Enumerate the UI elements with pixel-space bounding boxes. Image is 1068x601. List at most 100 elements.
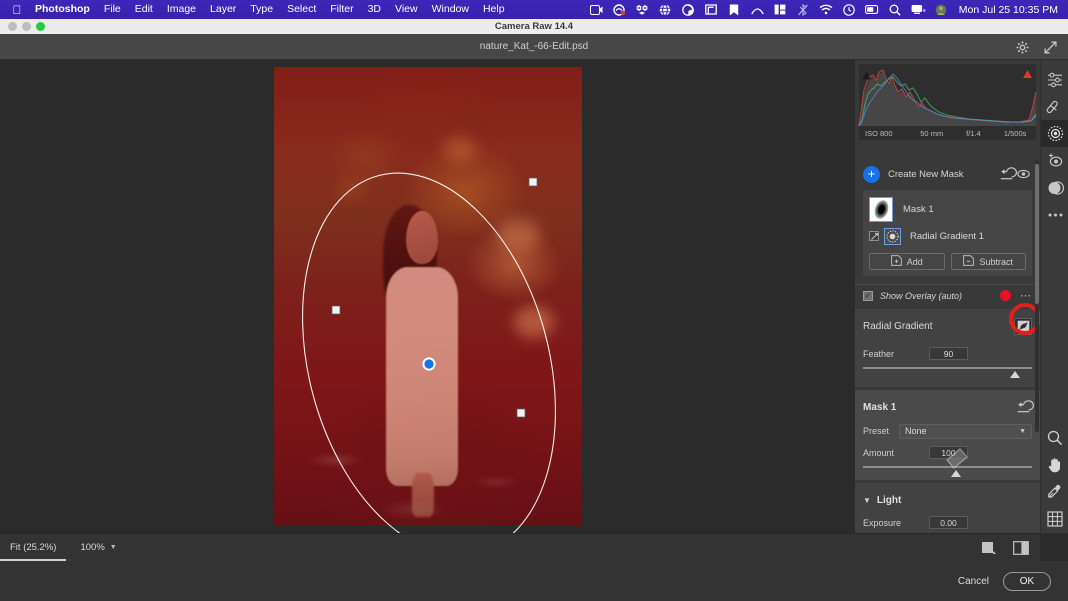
- menu-item-photoshop[interactable]: Photoshop: [28, 0, 97, 19]
- screen-record-icon[interactable]: [585, 0, 608, 19]
- amount-slider-row[interactable]: Amount 100: [863, 445, 1032, 460]
- grid-overlay-icon[interactable]: [1041, 505, 1068, 532]
- before-after-view-icon[interactable]: [1008, 538, 1034, 558]
- globe-icon[interactable]: [654, 0, 677, 19]
- overlay-color-swatch[interactable]: [1000, 290, 1011, 301]
- bookmark-icon[interactable]: [723, 0, 746, 19]
- presets-icon[interactable]: [1041, 174, 1068, 201]
- chevron-down-icon: ▼: [1019, 427, 1026, 435]
- reset-icon[interactable]: [1015, 399, 1034, 415]
- amount-track[interactable]: [863, 448, 1032, 477]
- feather-track-line: [863, 367, 1032, 369]
- mask-list-item[interactable]: Mask 1: [869, 196, 1026, 223]
- light-section: ▼ Light Exposure 0.00 Contrast 0: [855, 483, 1040, 533]
- subtract-label: Subtract: [979, 256, 1014, 267]
- mask-settings-title: Mask 1: [863, 401, 897, 413]
- zoom-fit-button[interactable]: Fit (25.2%): [0, 534, 67, 561]
- cleanmymac-icon[interactable]: [677, 0, 700, 19]
- eye-icon[interactable]: [1015, 166, 1032, 182]
- menu-item-window[interactable]: Window: [425, 0, 476, 19]
- menubar-clock[interactable]: Mon Jul 25 10:35 PM: [953, 4, 1062, 16]
- exposure-value[interactable]: 0.00: [929, 516, 968, 529]
- add-button[interactable]: Add: [869, 253, 945, 270]
- hand-tool-icon[interactable]: [1041, 451, 1068, 478]
- create-new-mask-row[interactable]: + Create New Mask: [863, 163, 1032, 185]
- panel-scrollbar-thumb[interactable]: [1035, 164, 1039, 304]
- shadow-clip-icon[interactable]: [862, 67, 871, 80]
- user-avatar-icon[interactable]: [930, 0, 953, 19]
- apple-icon[interactable]: : [6, 4, 28, 16]
- ok-button[interactable]: OK: [1003, 571, 1051, 591]
- menu-item-type[interactable]: Type: [243, 0, 280, 19]
- menu-item-file[interactable]: File: [97, 0, 128, 19]
- feather-track[interactable]: [863, 363, 1032, 378]
- reset-icon[interactable]: [998, 166, 1017, 182]
- feather-value[interactable]: 90: [929, 347, 968, 360]
- exif-focal-length: 50 mm: [920, 128, 944, 138]
- amount-value[interactable]: 100: [929, 446, 968, 459]
- radial-gradient-icon[interactable]: [884, 227, 901, 245]
- subtract-button[interactable]: Subtract: [950, 253, 1026, 270]
- zoom-level-label[interactable]: 100%: [66, 542, 109, 553]
- dropbox-icon[interactable]: [631, 0, 654, 19]
- arc-icon[interactable]: [746, 0, 769, 19]
- bluetooth-off-icon[interactable]: [792, 0, 815, 19]
- red-eye-icon[interactable]: [1041, 147, 1068, 174]
- cancel-button[interactable]: Cancel: [944, 576, 1003, 587]
- menu-item-layer[interactable]: Layer: [203, 0, 243, 19]
- mask-thumbnail[interactable]: [869, 197, 893, 222]
- menu-item-view[interactable]: View: [388, 0, 425, 19]
- feather-knob[interactable]: [1010, 371, 1021, 378]
- control-center-icon[interactable]: [838, 0, 861, 19]
- menu-item-edit[interactable]: Edit: [128, 0, 160, 19]
- histogram-panel: ISO 800 50 mm f/1.4 1/500s: [855, 60, 1040, 157]
- edit-sliders-icon[interactable]: [1041, 66, 1068, 93]
- expand-icon[interactable]: [1041, 38, 1060, 56]
- preset-select[interactable]: None ▼: [899, 423, 1032, 439]
- single-view-icon[interactable]: [976, 538, 1002, 558]
- masks-block: + Create New Mask Mask 1 Radial Gradient…: [855, 157, 1040, 284]
- search-icon[interactable]: [884, 0, 907, 19]
- show-overlay-label: Show Overlay (auto): [880, 290, 963, 301]
- image-canvas[interactable]: [0, 60, 855, 533]
- photo-preview[interactable]: [274, 67, 582, 526]
- plus-icon[interactable]: +: [863, 165, 880, 183]
- menu-item-select[interactable]: Select: [280, 0, 323, 19]
- nvidia-icon[interactable]: [700, 0, 723, 19]
- feather-slider-row[interactable]: Feather 90: [863, 346, 1032, 361]
- menu-item-image[interactable]: Image: [160, 0, 203, 19]
- healing-brush-icon[interactable]: [1041, 93, 1068, 120]
- more-options-icon[interactable]: ⋯: [1020, 290, 1032, 301]
- panel-scroll-area: + Create New Mask Mask 1 Radial Gradient…: [855, 157, 1040, 533]
- histogram-curves: [858, 69, 1037, 127]
- more-options-icon[interactable]: [1041, 201, 1068, 228]
- eyedropper-tool-icon[interactable]: [1041, 478, 1068, 505]
- dropbox-alt-icon[interactable]: [608, 0, 631, 19]
- battery-icon[interactable]: [861, 0, 884, 19]
- zoom-tool-icon[interactable]: [1041, 424, 1068, 451]
- radial-gradient-title: Radial Gradient: [863, 320, 933, 332]
- menu-item-3d[interactable]: 3D: [361, 0, 388, 19]
- highlight-clip-icon[interactable]: [1022, 67, 1033, 78]
- submask-checkbox[interactable]: [869, 231, 879, 241]
- histogram[interactable]: ISO 800 50 mm f/1.4 1/500s: [858, 64, 1037, 140]
- invert-mask-icon[interactable]: [1014, 317, 1032, 335]
- splitview-icon[interactable]: [769, 0, 792, 19]
- submask-list-item[interactable]: Radial Gradient 1: [869, 224, 1026, 248]
- menu-item-help[interactable]: Help: [476, 0, 512, 19]
- gear-icon[interactable]: [1013, 38, 1032, 56]
- masking-icon[interactable]: [1041, 120, 1068, 147]
- amount-track-line: [863, 466, 1032, 468]
- exposure-slider-row[interactable]: Exposure 0.00: [863, 515, 1032, 530]
- show-overlay-checkbox[interactable]: ✓: [863, 290, 873, 301]
- light-header[interactable]: ▼ Light: [863, 491, 1032, 509]
- dialog-footer: Cancel OK: [0, 561, 1068, 601]
- amount-knob[interactable]: [950, 470, 961, 477]
- preset-row[interactable]: Preset None ▼: [863, 423, 1032, 439]
- show-overlay-row[interactable]: ✓ Show Overlay (auto) ⋯: [855, 284, 1040, 306]
- menu-item-filter[interactable]: Filter: [323, 0, 360, 19]
- display-icon[interactable]: [907, 0, 930, 19]
- wifi-icon[interactable]: [815, 0, 838, 19]
- chevron-down-icon[interactable]: ▼: [110, 544, 125, 551]
- radial-gradient-header: Radial Gradient: [863, 303, 1040, 335]
